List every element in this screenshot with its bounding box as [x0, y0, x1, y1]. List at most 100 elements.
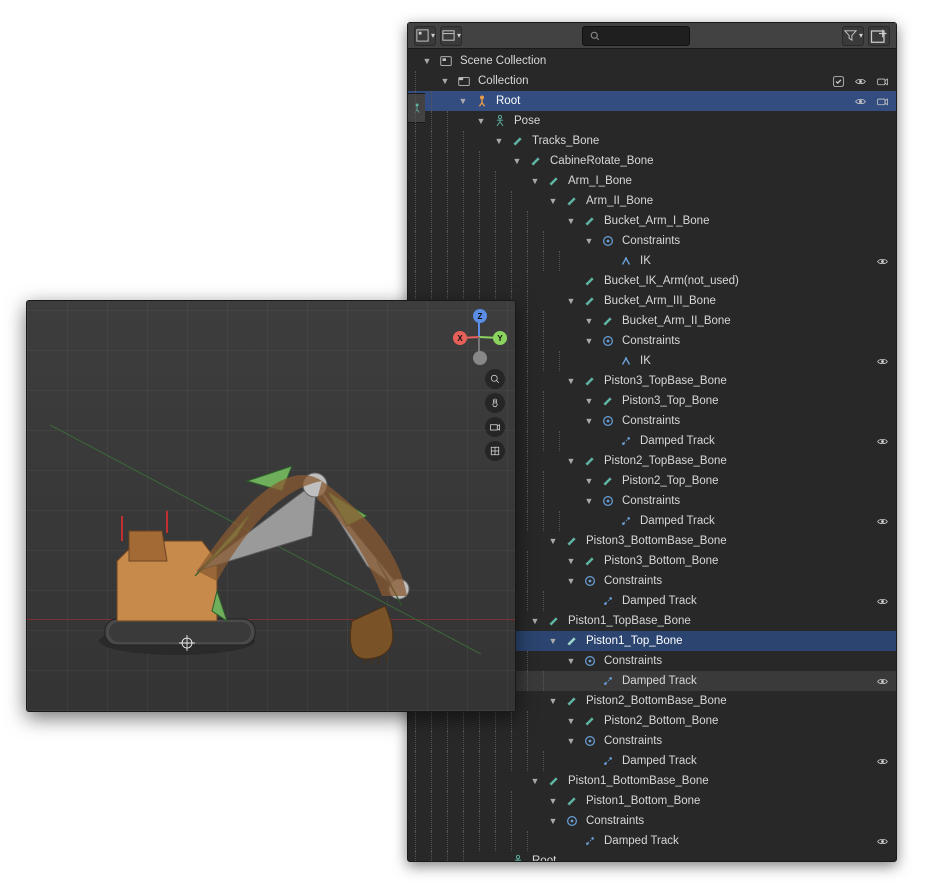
- outliner-search[interactable]: [582, 26, 690, 46]
- tree-row[interactable]: ▼Piston1_BottomBase_Bone: [408, 771, 896, 791]
- disclosure-toggle[interactable]: ▼: [582, 314, 596, 328]
- disclosure-toggle[interactable]: ▼: [582, 414, 596, 428]
- zoom-button[interactable]: [485, 369, 505, 389]
- disclosure-toggle[interactable]: ▼: [582, 234, 596, 248]
- tree-row[interactable]: ▼ Constraints: [408, 731, 896, 751]
- disclosure-toggle[interactable]: ▼: [582, 474, 596, 488]
- nav-gizmo[interactable]: Z Y X: [451, 309, 507, 365]
- constraint-icon: [564, 813, 580, 829]
- eye-toggle[interactable]: [874, 513, 890, 529]
- disclosure-toggle[interactable]: ▼: [582, 394, 596, 408]
- eye-toggle[interactable]: [874, 353, 890, 369]
- display-mode-dropdown[interactable]: ▾: [440, 26, 462, 46]
- tree-row[interactable]: ▼ Scene Collection: [408, 51, 896, 71]
- disclosure-toggle[interactable]: ▼: [564, 214, 578, 228]
- eye-toggle[interactable]: [874, 253, 890, 269]
- disclosure-toggle[interactable]: ▼: [528, 174, 542, 188]
- tree-row[interactable]: ▼Constraints: [408, 231, 896, 251]
- disclosure-toggle[interactable]: ▼: [528, 614, 542, 628]
- tree-row[interactable]: ▼CabineRotate_Bone: [408, 151, 896, 171]
- tree-row[interactable]: ▼ Root: [408, 91, 896, 111]
- eye-toggle[interactable]: [874, 433, 890, 449]
- tree-label: Arm_I_Bone: [566, 175, 632, 187]
- persp-button[interactable]: [485, 441, 505, 461]
- tree-row[interactable]: ▼IK: [408, 251, 896, 271]
- disclosure-toggle[interactable]: ▼: [546, 534, 560, 548]
- disclosure-toggle[interactable]: ▼: [564, 374, 578, 388]
- disclosure-toggle[interactable]: ▼: [582, 494, 596, 508]
- filter-dropdown[interactable]: ▾: [842, 26, 864, 46]
- bone-icon: [582, 713, 598, 729]
- bone-sel-icon: [564, 633, 580, 649]
- disclosure-toggle[interactable]: ▼: [528, 774, 542, 788]
- gizmo-neg-z[interactable]: [473, 351, 487, 365]
- disclosure-toggle[interactable]: ▼: [456, 94, 470, 108]
- eye-toggle[interactable]: [874, 673, 890, 689]
- tree-row[interactable]: ▼Bucket_Arm_I_Bone: [408, 211, 896, 231]
- tree-label: Constraints: [602, 735, 662, 747]
- disclosure-toggle[interactable]: ▼: [564, 574, 578, 588]
- bone-icon: [564, 533, 580, 549]
- camera-button[interactable]: [485, 417, 505, 437]
- tree-row[interactable]: ▼Constraints: [408, 811, 896, 831]
- disclosure-toggle[interactable]: ▼: [546, 694, 560, 708]
- disclosure-toggle[interactable]: ▼: [582, 334, 596, 348]
- disclosure-toggle[interactable]: ▼: [564, 654, 578, 668]
- disclosure-toggle[interactable]: ▼: [546, 794, 560, 808]
- tree-row[interactable]: ▼Piston1_Bottom_Bone: [408, 791, 896, 811]
- disclosure-toggle[interactable]: ▼: [564, 734, 578, 748]
- disclosure-toggle[interactable]: ▼: [438, 74, 452, 88]
- tree-label: Piston3_TopBase_Bone: [602, 375, 727, 387]
- tree-label: Collection: [476, 75, 529, 87]
- tree-row[interactable]: ▼Bucket_IK_Arm(not_used): [408, 271, 896, 291]
- bone-icon: [564, 693, 580, 709]
- gizmo-y[interactable]: Y: [493, 331, 507, 345]
- disclosure-toggle[interactable]: ▼: [564, 714, 578, 728]
- bone-icon: [528, 153, 544, 169]
- tree-row[interactable]: ▼ Collection: [408, 71, 896, 91]
- camera-toggle[interactable]: [874, 73, 890, 89]
- bone-icon: [582, 553, 598, 569]
- viewport-3d[interactable]: Z Y X: [26, 300, 516, 712]
- ik-icon: [618, 253, 634, 269]
- eye-toggle[interactable]: [852, 73, 868, 89]
- tree-row[interactable]: ▼Tracks_Bone: [408, 131, 896, 151]
- tree-row[interactable]: ▼ Arm_I_Bone: [408, 171, 896, 191]
- track-icon: [600, 673, 616, 689]
- disclosure-toggle[interactable]: ▼: [546, 194, 560, 208]
- search-input[interactable]: [605, 30, 675, 42]
- pose-icon: [492, 113, 508, 129]
- viewport-scene: [67, 421, 487, 681]
- tree-row[interactable]: ▼Arm_II_Bone: [408, 191, 896, 211]
- pan-button[interactable]: [485, 393, 505, 413]
- disclosure-toggle[interactable]: ▼: [474, 114, 488, 128]
- camera-toggle[interactable]: [874, 93, 890, 109]
- tree-row[interactable]: ▼Root: [408, 851, 896, 861]
- disclosure-toggle[interactable]: ▼: [564, 454, 578, 468]
- tree-row[interactable]: ▼Pose: [408, 111, 896, 131]
- editor-type-dropdown[interactable]: ▾: [414, 26, 436, 46]
- new-collection-button[interactable]: [868, 26, 890, 46]
- eye-toggle[interactable]: [874, 833, 890, 849]
- eye-toggle[interactable]: [852, 93, 868, 109]
- constraint-icon: [600, 413, 616, 429]
- tree-row[interactable]: ▼Damped Track: [408, 751, 896, 771]
- gizmo-z[interactable]: Z: [473, 309, 487, 323]
- tree-label: Scene Collection: [458, 55, 546, 67]
- check-toggle[interactable]: [830, 73, 846, 89]
- tree-row[interactable]: ▼Damped Track: [408, 831, 896, 851]
- tree-label: Constraints: [620, 415, 680, 427]
- tree-label: Root: [494, 95, 520, 107]
- eye-toggle[interactable]: [874, 753, 890, 769]
- disclosure-toggle[interactable]: ▼: [492, 134, 506, 148]
- disclosure-toggle[interactable]: ▼: [420, 54, 434, 68]
- disclosure-toggle[interactable]: ▼: [510, 154, 524, 168]
- disclosure-toggle[interactable]: ▼: [564, 294, 578, 308]
- tree-row[interactable]: ▼Piston2_Bottom_Bone: [408, 711, 896, 731]
- disclosure-toggle[interactable]: ▼: [546, 814, 560, 828]
- disclosure-toggle[interactable]: ▼: [546, 634, 560, 648]
- eye-toggle[interactable]: [874, 593, 890, 609]
- constraint-icon: [582, 733, 598, 749]
- disclosure-toggle[interactable]: ▼: [564, 554, 578, 568]
- gizmo-x[interactable]: X: [453, 331, 467, 345]
